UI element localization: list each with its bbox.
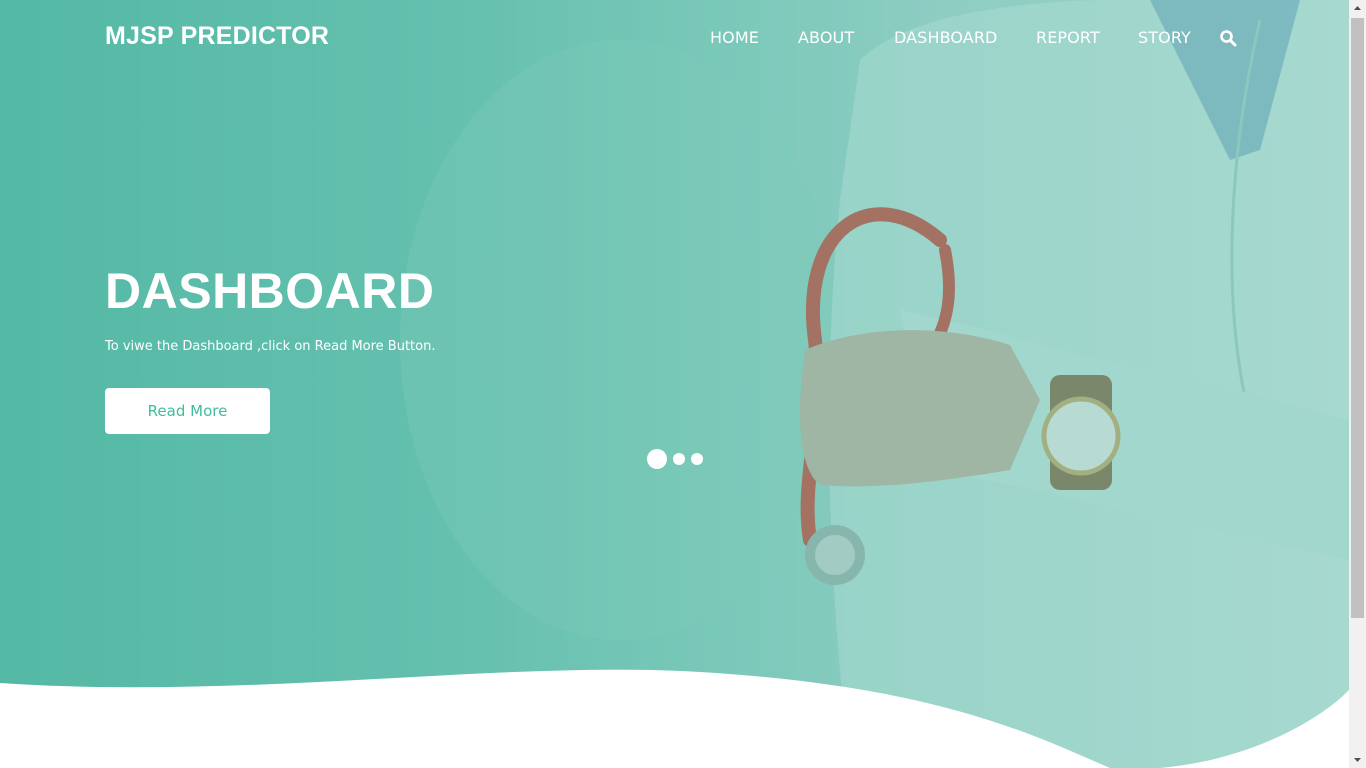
doctor-photo — [0, 0, 1349, 768]
nav-about[interactable]: ABOUT — [798, 28, 854, 47]
nav-story[interactable]: STORY — [1138, 28, 1191, 47]
slide-dot-1[interactable] — [647, 449, 667, 469]
search-icon[interactable] — [1219, 29, 1237, 47]
scrollbar-thumb[interactable] — [1351, 18, 1364, 618]
slide-dot-2[interactable] — [673, 453, 685, 465]
hero-subtitle: To viwe the Dashboard ,click on Read Mor… — [105, 339, 436, 354]
nav-dashboard[interactable]: DASHBOARD — [894, 28, 997, 47]
page-scrollbar[interactable] — [1349, 0, 1366, 768]
nav-report[interactable]: REPORT — [1036, 28, 1100, 47]
nav-home[interactable]: HOME — [710, 28, 759, 47]
hero-title: DASHBOARD — [105, 263, 435, 319]
brand-logo[interactable]: MJSP PREDICTOR — [105, 22, 329, 51]
read-more-button[interactable]: Read More — [105, 388, 270, 434]
scroll-down-arrow-icon[interactable] — [1349, 751, 1366, 768]
navbar: MJSP PREDICTOR HOME ABOUT DASHBOARD REPO… — [0, 0, 1349, 76]
slide-dot-3[interactable] — [691, 453, 703, 465]
hero-section: MJSP PREDICTOR HOME ABOUT DASHBOARD REPO… — [0, 0, 1349, 768]
scroll-up-arrow-icon[interactable] — [1349, 0, 1366, 17]
